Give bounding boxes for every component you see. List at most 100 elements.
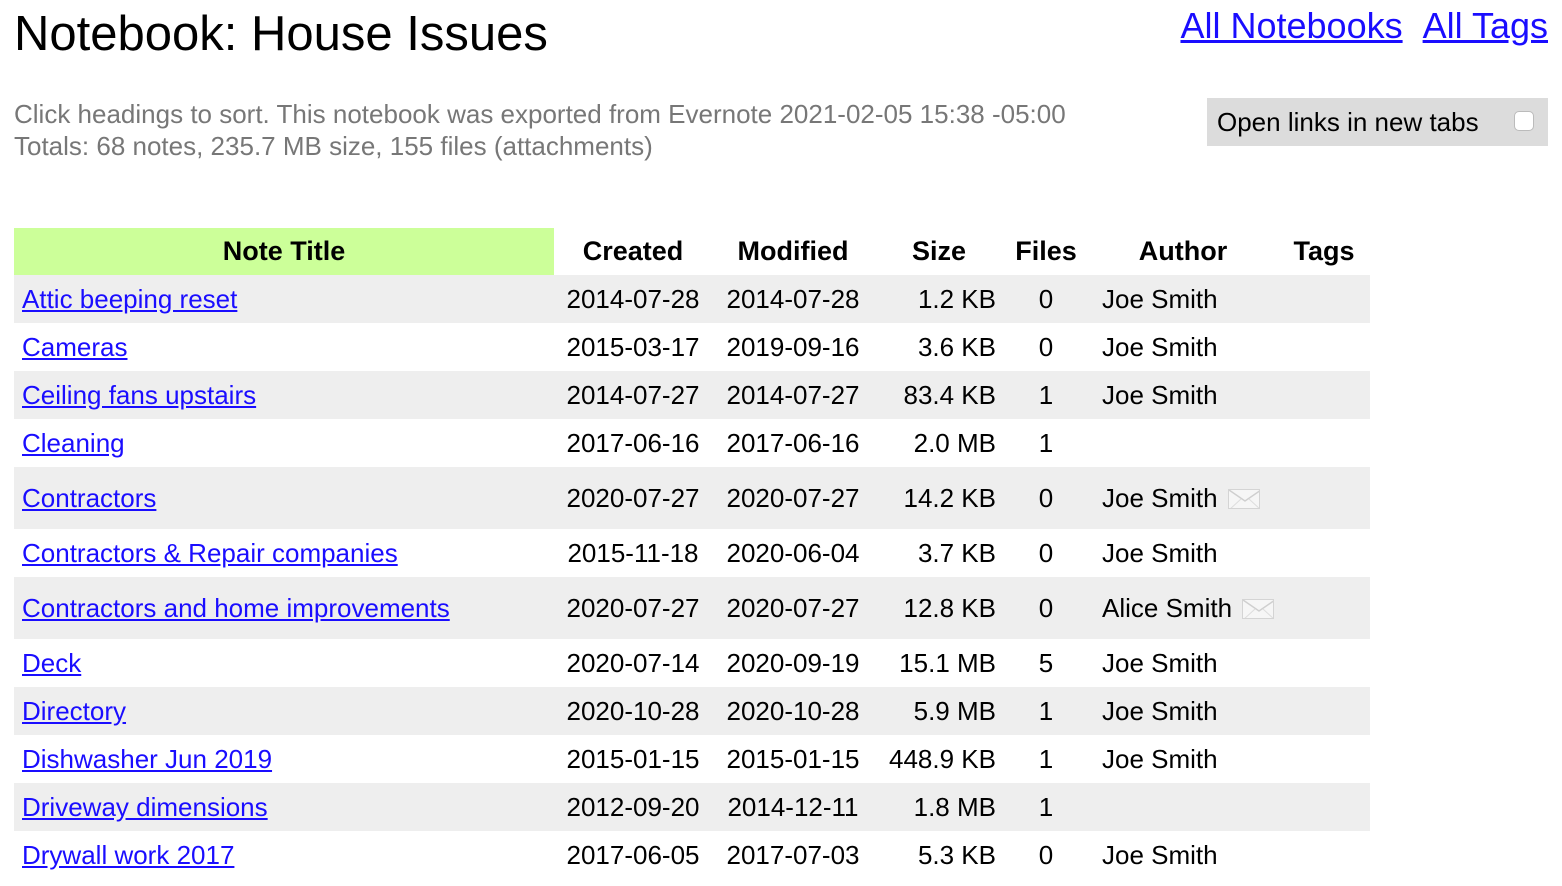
- tags-cell: [1278, 275, 1370, 323]
- files-cell: 0: [1004, 467, 1088, 529]
- sort-by-modified-header[interactable]: Modified: [712, 228, 874, 275]
- created-cell: 2015-01-15: [554, 735, 712, 783]
- table-row: Driveway dimensions 2012-09-20 2014-12-11 1…: [14, 783, 1370, 831]
- author-cell: Joe Smith: [1088, 323, 1278, 371]
- created-cell: 2020-07-14: [554, 639, 712, 687]
- files-cell: 0: [1004, 275, 1088, 323]
- sort-by-created-header[interactable]: Created: [554, 228, 712, 275]
- created-cell: 2017-06-16: [554, 419, 712, 467]
- notes-table: Note Title Created Modified Size Files A…: [14, 228, 1370, 879]
- modified-cell: 2014-07-28: [712, 275, 874, 323]
- author-name: Joe Smith: [1102, 743, 1218, 774]
- author-cell: Joe Smith: [1088, 529, 1278, 577]
- author-name: Joe Smith: [1102, 695, 1218, 726]
- note-title-cell: Attic beeping reset: [14, 275, 554, 323]
- note-title-cell: Deck: [14, 639, 554, 687]
- note-title-link[interactable]: Directory: [22, 696, 126, 726]
- note-title-link[interactable]: Driveway dimensions: [22, 792, 268, 822]
- size-cell: 1.8 MB: [874, 783, 1004, 831]
- tags-cell: [1278, 735, 1370, 783]
- sort-by-title-header[interactable]: Note Title: [14, 228, 554, 275]
- author-cell: Joe Smith: [1088, 687, 1278, 735]
- all-tags-link[interactable]: All Tags: [1423, 5, 1548, 46]
- size-cell: 83.4 KB: [874, 371, 1004, 419]
- modified-cell: 2014-12-11: [712, 783, 874, 831]
- author-name: Joe Smith: [1102, 379, 1218, 410]
- tags-cell: [1278, 831, 1370, 879]
- modified-cell: 2015-01-15: [712, 735, 874, 783]
- size-cell: 1.2 KB: [874, 275, 1004, 323]
- table-row: Deck 2020-07-14 2020-09-19 15.1 MB 5 Joe Smit…: [14, 639, 1370, 687]
- modified-cell: 2017-07-03: [712, 831, 874, 879]
- totals-text: Totals: 68 notes, 235.7 MB size, 155 fil…: [14, 131, 653, 161]
- size-cell: 15.1 MB: [874, 639, 1004, 687]
- open-links-checkbox[interactable]: [1514, 111, 1534, 131]
- sort-by-author-header[interactable]: Author: [1088, 228, 1278, 275]
- size-cell: 448.9 KB: [874, 735, 1004, 783]
- created-cell: 2015-03-17: [554, 323, 712, 371]
- top-nav: All Notebooks All Tags: [1160, 6, 1548, 46]
- author-cell: Joe Smith: [1088, 831, 1278, 879]
- author-cell: [1088, 783, 1278, 831]
- envelope-icon: [1227, 488, 1260, 509]
- author-name: Alice Smith: [1102, 592, 1233, 623]
- note-title-link[interactable]: Ceiling fans upstairs: [22, 380, 256, 410]
- tags-cell: [1278, 639, 1370, 687]
- page: Notebook: House Issues All Notebooks All …: [0, 0, 1562, 886]
- size-cell: 12.8 KB: [874, 577, 1004, 639]
- size-cell: 2.0 MB: [874, 419, 1004, 467]
- modified-cell: 2020-09-19: [712, 639, 874, 687]
- modified-cell: 2020-10-28: [712, 687, 874, 735]
- files-cell: 0: [1004, 831, 1088, 879]
- tags-cell: [1278, 419, 1370, 467]
- author-cell: Alice Smith: [1088, 577, 1278, 639]
- note-title-link[interactable]: Attic beeping reset: [22, 284, 237, 314]
- tags-cell: [1278, 529, 1370, 577]
- author-cell: Joe Smith: [1088, 467, 1278, 529]
- modified-cell: 2020-07-27: [712, 577, 874, 639]
- tags-cell: [1278, 323, 1370, 371]
- table-row: Contractors & Repair companies 2015-11-18…: [14, 529, 1370, 577]
- table-row: Attic beeping reset 2014-07-28 2014-07-28 1…: [14, 275, 1370, 323]
- note-title-cell: Contractors: [14, 467, 554, 529]
- size-cell: 5.9 MB: [874, 687, 1004, 735]
- note-title-link[interactable]: Cameras: [22, 332, 127, 362]
- note-title-cell: Contractors and home improvements: [14, 577, 554, 639]
- table-row: Dishwasher Jun 2019 2015-01-15 2015-01-15 4…: [14, 735, 1370, 783]
- author-name: Joe Smith: [1102, 647, 1218, 678]
- note-title-link[interactable]: Drywall work 2017: [22, 840, 234, 870]
- note-title-link[interactable]: Dishwasher Jun 2019: [22, 744, 272, 774]
- created-cell: 2014-07-27: [554, 371, 712, 419]
- open-links-new-tabs-toggle[interactable]: Open links in new tabs: [1207, 98, 1548, 146]
- note-title-cell: Drywall work 2017: [14, 831, 554, 879]
- modified-cell: 2017-06-16: [712, 419, 874, 467]
- table-row: Cleaning 2017-06-16 2017-06-16 2.0 MB 1: [14, 419, 1370, 467]
- files-cell: 0: [1004, 529, 1088, 577]
- note-title-link[interactable]: Contractors: [22, 483, 156, 513]
- sort-by-size-header[interactable]: Size: [874, 228, 1004, 275]
- note-title-link[interactable]: Cleaning: [22, 428, 125, 458]
- author-name: Joe Smith: [1102, 482, 1218, 513]
- table-row: Directory 2020-10-28 2020-10-28 5.9 MB 1 Joe …: [14, 687, 1370, 735]
- table-row: Ceiling fans upstairs 2014-07-27 2014-07-2…: [14, 371, 1370, 419]
- created-cell: 2017-06-05: [554, 831, 712, 879]
- note-title-cell: Driveway dimensions: [14, 783, 554, 831]
- size-cell: 14.2 KB: [874, 467, 1004, 529]
- size-cell: 5.3 KB: [874, 831, 1004, 879]
- created-cell: 2012-09-20: [554, 783, 712, 831]
- modified-cell: 2020-07-27: [712, 467, 874, 529]
- note-title-link[interactable]: Contractors and home improvements: [22, 593, 450, 623]
- all-notebooks-link[interactable]: All Notebooks: [1180, 5, 1402, 46]
- author-cell: Joe Smith: [1088, 639, 1278, 687]
- files-cell: 1: [1004, 783, 1088, 831]
- created-cell: 2020-10-28: [554, 687, 712, 735]
- created-cell: 2014-07-28: [554, 275, 712, 323]
- note-title-link[interactable]: Deck: [22, 648, 81, 678]
- table-row: Contractors 2020-07-27 2020-07-27 14.2 KB 0 J…: [14, 467, 1370, 529]
- sort-by-tags-header[interactable]: Tags: [1278, 228, 1370, 275]
- sort-by-files-header[interactable]: Files: [1004, 228, 1088, 275]
- note-title-link[interactable]: Contractors & Repair companies: [22, 538, 398, 568]
- author-cell: [1088, 419, 1278, 467]
- tags-cell: [1278, 467, 1370, 529]
- table-row: Contractors and home improvements 2020-07…: [14, 577, 1370, 639]
